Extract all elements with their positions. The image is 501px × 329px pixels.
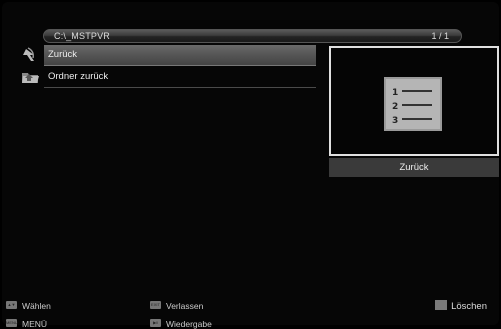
list-item-label: Ordner zurück — [48, 71, 109, 82]
hint-select: ▲▼ Wählen — [6, 300, 51, 311]
back-arrow-icon — [20, 47, 40, 63]
hint-label: Wählen — [22, 300, 51, 311]
list-item-label: Zurück — [48, 49, 78, 60]
current-path: C:\_MSTPVR — [54, 31, 111, 41]
folder-up-icon — [20, 69, 40, 85]
delete-key-icon — [435, 300, 448, 311]
menu-key-icon: MENU — [6, 318, 18, 327]
list-item-parent-folder[interactable]: Ordner zurück — [20, 67, 316, 88]
path-bar: C:\_MSTPVR 1 / 1 — [43, 29, 462, 43]
svg-text:2: 2 — [392, 102, 398, 112]
list-item-back[interactable]: Zurück — [20, 45, 316, 66]
hint-menu: MENU MENÜ — [6, 318, 47, 329]
exit-key-icon: EXIT — [150, 300, 161, 309]
ok-updown-key-icon: ▲▼ — [6, 300, 17, 309]
delete-button[interactable]: Löschen — [435, 300, 487, 312]
hint-label: Wiedergabe — [166, 318, 212, 329]
svg-text:3: 3 — [392, 116, 398, 126]
list-document-icon: 1 2 3 — [378, 73, 448, 135]
hint-label: Verlassen — [166, 300, 204, 311]
delete-label: Löschen — [451, 301, 487, 312]
hint-play: ▶‖ Wiedergabe — [150, 318, 212, 329]
file-list: Zurück Ordner zurück — [20, 45, 316, 89]
page-indicator: 1 / 1 — [431, 31, 449, 41]
preview-caption: Zurück — [329, 158, 499, 177]
preview-pane: 1 2 3 — [329, 46, 499, 156]
hint-exit: EXIT Verlassen — [150, 300, 203, 311]
play-key-icon: ▶‖ — [150, 318, 161, 327]
hint-label: MENÜ — [22, 318, 48, 329]
svg-text:1: 1 — [392, 88, 398, 98]
list-item-highlight — [44, 45, 316, 66]
